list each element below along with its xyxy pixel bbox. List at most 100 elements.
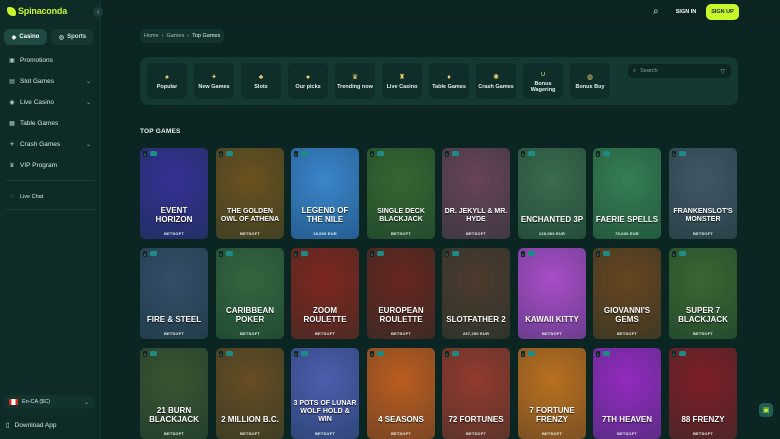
game-tile[interactable]: i 2 Million B.C. BETSOFT xyxy=(216,348,284,439)
info-icon[interactable]: i xyxy=(219,351,223,357)
sidebar-item-crash-games[interactable]: ✈ Crash Games ⌄ xyxy=(0,136,101,153)
game-title: Super 7 Blackjack xyxy=(678,306,728,324)
game-tile[interactable]: i Caribbean Poker BETSOFT xyxy=(216,248,284,339)
game-tile[interactable]: i Kawaii Kitty BETSOFT xyxy=(518,248,586,339)
tab-sports-label: Sports xyxy=(67,34,87,40)
game-tile[interactable]: i The Golden Owl of Athena BETSOFT xyxy=(216,148,284,239)
game-tile[interactable]: i Legend of the Nile 15,000 EUR xyxy=(291,148,359,239)
info-icon[interactable]: i xyxy=(294,351,298,357)
game-tile[interactable]: i Fire & Steel BETSOFT xyxy=(140,248,208,339)
info-icon[interactable]: i xyxy=(143,251,147,257)
category-bonus-buy[interactable]: ◍ Bonus Buy xyxy=(570,63,610,99)
info-icon[interactable]: i xyxy=(219,251,223,257)
game-thumbnail xyxy=(367,348,435,439)
category-slots[interactable]: ♣ Slots xyxy=(241,63,281,99)
info-icon[interactable]: i xyxy=(445,351,449,357)
info-icon[interactable]: i xyxy=(672,251,676,257)
game-tile[interactable]: i Giovanni's Gems BETSOFT xyxy=(593,248,661,339)
game-tile[interactable]: i 3 Pots of Lunar Wolf Hold & Win BETSOFT xyxy=(291,348,359,439)
sidebar-item-promotions[interactable]: ▣ Promotions xyxy=(0,52,101,69)
info-icon[interactable]: i xyxy=(596,151,600,157)
sign-in-button[interactable]: SIGN IN xyxy=(670,4,702,19)
game-tile[interactable]: i Dr. Jekyll & Mr. Hyde BETSOFT xyxy=(442,148,510,239)
sidebar-item-vip-program[interactable]: ♛ VIP Program xyxy=(0,157,101,174)
tab-casino[interactable]: ◆ Casino xyxy=(4,29,47,45)
game-provider: BETSOFT xyxy=(465,431,487,436)
gift-icon: ✦ xyxy=(211,74,217,81)
info-icon[interactable]: i xyxy=(521,251,525,257)
sidebar-collapse-button[interactable]: ‹ xyxy=(93,7,103,17)
sidebar-item-label: Table Games xyxy=(20,120,59,127)
game-tile[interactable]: i 7th Heaven BETSOFT xyxy=(593,348,661,439)
game-search-input[interactable]: ⌕ Search ▽ xyxy=(628,64,731,78)
info-icon[interactable]: i xyxy=(370,151,374,157)
info-icon[interactable]: i xyxy=(445,151,449,157)
game-tile[interactable]: i Enchanted 3P 125,000 EUR xyxy=(518,148,586,239)
category-bonus-wagering[interactable]: ∪ Bonus Wagering xyxy=(523,63,563,99)
brand-logo[interactable]: Spinaconda xyxy=(7,6,67,16)
game-tile[interactable]: i Super 7 Blackjack BETSOFT xyxy=(669,248,737,339)
game-thumbnail xyxy=(593,148,661,239)
sign-up-button[interactable]: SIGN UP xyxy=(706,4,739,20)
game-tile[interactable]: i 72 Fortunes BETSOFT xyxy=(442,348,510,439)
game-tile[interactable]: i 88 Frenzy BETSOFT xyxy=(669,348,737,439)
info-icon[interactable]: i xyxy=(672,351,676,357)
sidebar-item-label: Slot Games xyxy=(20,78,54,85)
live-chat-link[interactable]: ◌ Live Chat xyxy=(0,188,101,205)
game-title: Slotfather 2 xyxy=(446,315,506,324)
game-tile[interactable]: i Faerie Spells 75,000 EUR xyxy=(593,148,661,239)
category-table-games[interactable]: ♦ Table Games xyxy=(429,63,469,99)
game-tile[interactable]: i Single Deck Blackjack BETSOFT xyxy=(367,148,435,239)
category-crash-games[interactable]: ✺ Crash Games xyxy=(476,63,516,99)
info-icon[interactable]: i xyxy=(445,251,449,257)
game-tile[interactable]: i Zoom Roulette BETSOFT xyxy=(291,248,359,339)
canada-flag-icon xyxy=(9,399,18,405)
category-new-games[interactable]: ✦ New Games xyxy=(194,63,234,99)
sidebar-item-slot-games[interactable]: ▤ Slot Games ⌄ xyxy=(0,73,101,90)
breadcrumb-home[interactable]: Home xyxy=(144,33,159,39)
info-icon[interactable]: i xyxy=(143,351,147,357)
game-thumbnail xyxy=(140,148,208,239)
game-title: 7 Fortune Frenzy xyxy=(529,406,575,424)
section-title: TOP GAMES xyxy=(140,128,181,135)
info-icon[interactable]: i xyxy=(219,151,223,157)
info-icon[interactable]: i xyxy=(672,151,676,157)
breadcrumb-games[interactable]: Games xyxy=(167,33,185,39)
category-trending-now[interactable]: ♛ Trending now xyxy=(335,63,375,99)
game-provider: BETSOFT xyxy=(163,331,185,336)
live-chat-label: Live Chat xyxy=(20,193,44,200)
category-label: New Games xyxy=(198,83,230,90)
info-icon[interactable]: i xyxy=(143,151,147,157)
info-icon[interactable]: i xyxy=(521,151,525,157)
game-tile[interactable]: i European Roulette BETSOFT xyxy=(367,248,435,339)
game-tile[interactable]: i Frankenslot's Monster BETSOFT xyxy=(669,148,737,239)
info-icon[interactable]: i xyxy=(294,251,298,257)
game-tile[interactable]: i Event Horizon BETSOFT xyxy=(140,148,208,239)
filter-icon[interactable]: ▽ xyxy=(720,68,725,75)
chat-support-button[interactable]: ▣ xyxy=(759,403,773,417)
info-icon[interactable]: i xyxy=(294,151,298,157)
game-tile[interactable]: i 4 Seasons BETSOFT xyxy=(367,348,435,439)
info-icon[interactable]: i xyxy=(596,251,600,257)
provider-badge-icon xyxy=(226,151,233,156)
game-tile[interactable]: i Slotfather 2 267,250 EUR xyxy=(442,248,510,339)
game-tile[interactable]: i 7 Fortune Frenzy BETSOFT xyxy=(518,348,586,439)
sidebar-item-live-casino[interactable]: ◉ Live Casino ⌄ xyxy=(0,94,101,111)
game-provider: BETSOFT xyxy=(541,331,563,336)
game-provider: BETSOFT xyxy=(314,431,336,436)
download-app-link[interactable]: ▯ Download App xyxy=(6,421,57,430)
info-icon[interactable]: i xyxy=(596,351,600,357)
game-thumbnail xyxy=(291,248,359,339)
info-icon[interactable]: i xyxy=(370,351,374,357)
tab-sports[interactable]: ◎ Sports xyxy=(51,29,94,45)
search-icon[interactable]: ⌕ xyxy=(653,6,659,17)
game-title: 3 Pots of Lunar Wolf Hold & Win xyxy=(293,400,357,423)
language-selector[interactable]: En-CA ($C) ⌄ xyxy=(4,395,95,409)
info-icon[interactable]: i xyxy=(521,351,525,357)
category-our-picks[interactable]: ● Our picks xyxy=(288,63,328,99)
sidebar-item-table-games[interactable]: ▦ Table Games xyxy=(0,115,101,132)
category-popular[interactable]: ♠ Popular xyxy=(147,63,187,99)
category-live-casino[interactable]: ♜ Live Casino xyxy=(382,63,422,99)
info-icon[interactable]: i xyxy=(370,251,374,257)
game-tile[interactable]: i 21 Burn Blackjack BETSOFT xyxy=(140,348,208,439)
